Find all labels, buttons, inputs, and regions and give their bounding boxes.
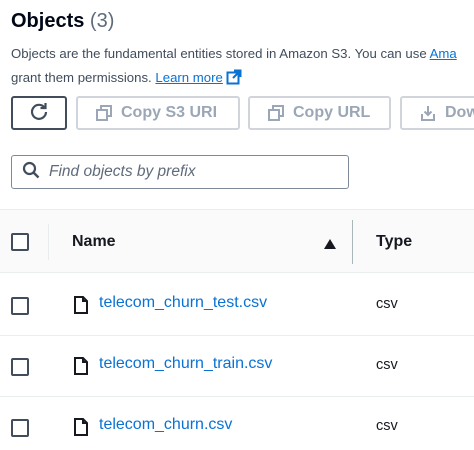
copy-s3-uri-button[interactable]: Copy S3 URI [76, 96, 240, 130]
search-placeholder: Find objects by prefix [49, 163, 196, 180]
row-checkbox[interactable] [11, 297, 29, 315]
description: Objects are the fundamental entities sto… [11, 42, 474, 90]
table-row: telecom_churn_test.csv csv [0, 275, 474, 336]
object-type: csv [376, 357, 398, 373]
file-icon [74, 357, 88, 380]
select-all-checkbox[interactable] [11, 233, 29, 251]
column-resize-handle[interactable] [352, 220, 353, 264]
object-type: csv [376, 418, 398, 434]
table-row: telecom_churn.csv csv [0, 397, 474, 450]
sort-ascending-icon[interactable] [324, 236, 336, 254]
download-icon [420, 105, 436, 121]
copy-icon [268, 105, 284, 121]
column-header-type[interactable]: Type [376, 233, 412, 251]
object-name-link[interactable]: telecom_churn_test.csv [99, 294, 267, 312]
title-text: Objects [11, 10, 85, 32]
page-title: Objects (3) [11, 10, 114, 33]
download-button[interactable]: Dow [400, 96, 474, 130]
description-link[interactable]: Ama [430, 46, 457, 61]
file-icon [74, 296, 88, 319]
column-divider [48, 224, 49, 260]
copy-s3-uri-label: Copy S3 URI [121, 104, 218, 121]
column-header-name[interactable]: Name [72, 233, 116, 251]
object-count: (3) [89, 10, 115, 32]
object-type: csv [376, 296, 398, 312]
search-icon [22, 161, 40, 184]
download-label: Dow [445, 104, 474, 121]
file-icon [74, 418, 88, 441]
table-header: Name Type [0, 209, 474, 273]
copy-url-button[interactable]: Copy URL [248, 96, 391, 130]
copy-icon [96, 105, 112, 121]
refresh-icon [29, 101, 49, 126]
refresh-button[interactable] [11, 96, 67, 130]
description-text-2: grant them permissions. [11, 70, 152, 85]
copy-url-label: Copy URL [293, 104, 371, 121]
external-link-icon[interactable] [226, 69, 242, 93]
description-text: Objects are the fundamental entities sto… [11, 46, 427, 61]
row-checkbox[interactable] [11, 419, 29, 437]
row-checkbox[interactable] [11, 358, 29, 376]
s3-objects-page: Objects (3) Objects are the fundamental … [0, 0, 474, 450]
learn-more-link[interactable]: Learn more [155, 70, 222, 85]
search-input[interactable]: Find objects by prefix [11, 155, 349, 189]
object-name-link[interactable]: telecom_churn_train.csv [99, 355, 272, 373]
table-row: telecom_churn_train.csv csv [0, 336, 474, 397]
object-name-link[interactable]: telecom_churn.csv [99, 416, 232, 434]
